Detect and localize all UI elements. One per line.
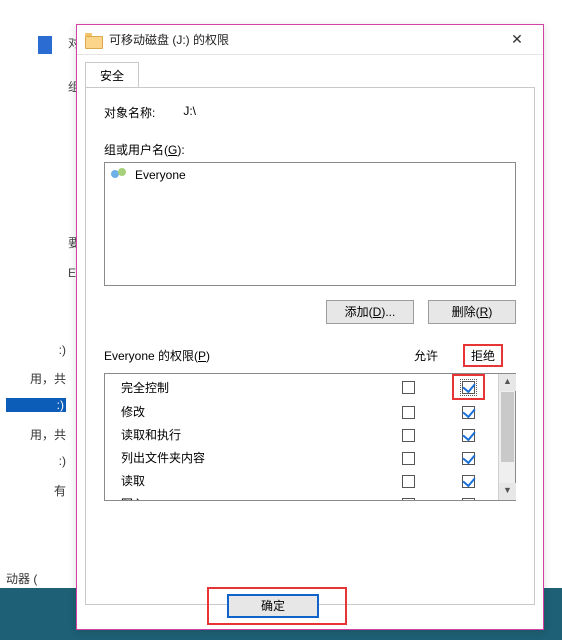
permission-row: 修改 (105, 400, 498, 423)
group-users-label: 组或用户名(G): (104, 141, 516, 158)
allow-checkbox[interactable] (402, 429, 415, 442)
allow-checkbox[interactable] (402, 381, 415, 394)
highlight-deny-cell (452, 374, 485, 400)
deny-checkbox[interactable] (462, 498, 475, 500)
deny-checkbox[interactable] (462, 406, 475, 419)
scroll-up-icon[interactable]: ▲ (499, 374, 516, 391)
deny-checkbox[interactable] (462, 429, 475, 442)
permission-name: 完全控制 (105, 374, 378, 400)
bg-row: :) (6, 343, 66, 357)
bg-row: 用，共 (6, 370, 66, 387)
bg-row: 有 (6, 482, 66, 499)
dialog-footer: 确定 (77, 583, 543, 629)
bg-partial-text: E (68, 266, 76, 280)
permissions-list: 完全控制修改读取和执行列出文件夹内容读取写入 ▲ ▼ (104, 373, 516, 501)
deny-checkbox[interactable] (462, 475, 475, 488)
tabstrip: 安全 (77, 55, 543, 87)
permissions-header: Everyone 的权限(P) 允许 拒绝 (104, 344, 516, 367)
add-button[interactable]: 添加(D)... (326, 300, 414, 324)
tab-security[interactable]: 安全 (85, 62, 139, 88)
permission-row: 读取和执行 (105, 423, 498, 446)
deny-checkbox[interactable] (462, 452, 475, 465)
allow-checkbox[interactable] (402, 452, 415, 465)
permissions-dialog: 可移动磁盘 (J:) 的权限 ✕ 安全 对象名称: J:\ 组或用户名(G): … (76, 24, 544, 630)
group-icon (111, 168, 129, 182)
allow-checkbox[interactable] (402, 498, 415, 500)
tab-body: 对象名称: J:\ 组或用户名(G): Everyone 添加(D)... 删除… (85, 87, 535, 605)
scroll-thumb[interactable] (501, 392, 514, 462)
bg-icon (38, 36, 52, 54)
permission-row: 读取 (105, 469, 498, 492)
permission-name: 修改 (105, 400, 378, 423)
folder-icon (85, 33, 101, 47)
close-button[interactable]: ✕ (499, 29, 535, 51)
object-name-value: J:\ (183, 104, 196, 121)
user-list-item[interactable]: Everyone (109, 167, 511, 183)
column-deny: 拒绝 (456, 344, 516, 367)
user-list[interactable]: Everyone (104, 162, 516, 286)
permission-name: 列出文件夹内容 (105, 446, 378, 469)
object-name-label: 对象名称: (104, 104, 155, 121)
remove-button[interactable]: 删除(R) (428, 300, 516, 324)
column-allow: 允许 (396, 347, 456, 364)
bg-row: :) (6, 454, 66, 468)
permission-row: 写入 (105, 492, 498, 500)
bg-row: 用，共 (6, 426, 66, 443)
permission-row: 列出文件夹内容 (105, 446, 498, 469)
allow-checkbox[interactable] (402, 475, 415, 488)
bg-row: :) (6, 398, 66, 412)
allow-checkbox[interactable] (402, 406, 415, 419)
permissions-title: Everyone 的权限(P) (104, 347, 396, 364)
user-name: Everyone (135, 168, 186, 182)
scroll-down-icon[interactable]: ▼ (499, 483, 516, 500)
permission-row: 完全控制 (105, 374, 498, 400)
window-title: 可移动磁盘 (J:) 的权限 (109, 31, 499, 48)
deny-checkbox[interactable] (462, 381, 475, 394)
scrollbar[interactable]: ▲ ▼ (498, 374, 515, 500)
ok-button[interactable]: 确定 (227, 594, 319, 618)
permission-name: 读取 (105, 469, 378, 492)
titlebar[interactable]: 可移动磁盘 (J:) 的权限 ✕ (77, 25, 543, 55)
permission-name: 写入 (105, 492, 378, 500)
permission-name: 读取和执行 (105, 423, 378, 446)
bg-drive-label: 动器 ( (6, 570, 37, 587)
